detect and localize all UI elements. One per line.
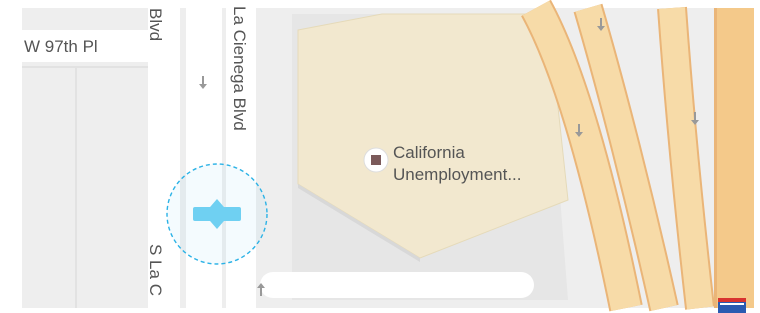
- road-bottom[interactable]: [260, 272, 534, 298]
- map-view[interactable]: W 97th Pl Blvd La Cienega Blvd S La C Ca…: [0, 0, 760, 313]
- poi-label-line1[interactable]: California: [393, 143, 465, 162]
- street-label-la-cienega: La Cienega Blvd: [230, 6, 249, 131]
- street-label-w97th: W 97th Pl: [24, 37, 98, 56]
- current-location-icon[interactable]: [166, 163, 268, 265]
- freeway-main-edge: [714, 8, 717, 308]
- building-marker-icon[interactable]: [363, 147, 389, 173]
- freeway-main[interactable]: [714, 8, 754, 308]
- interstate-shield-icon: [718, 298, 746, 313]
- poi-label-line2[interactable]: Unemployment...: [393, 165, 522, 184]
- street-label-blvd: Blvd: [146, 8, 165, 41]
- street-label-s-la-c: S La C: [146, 244, 165, 296]
